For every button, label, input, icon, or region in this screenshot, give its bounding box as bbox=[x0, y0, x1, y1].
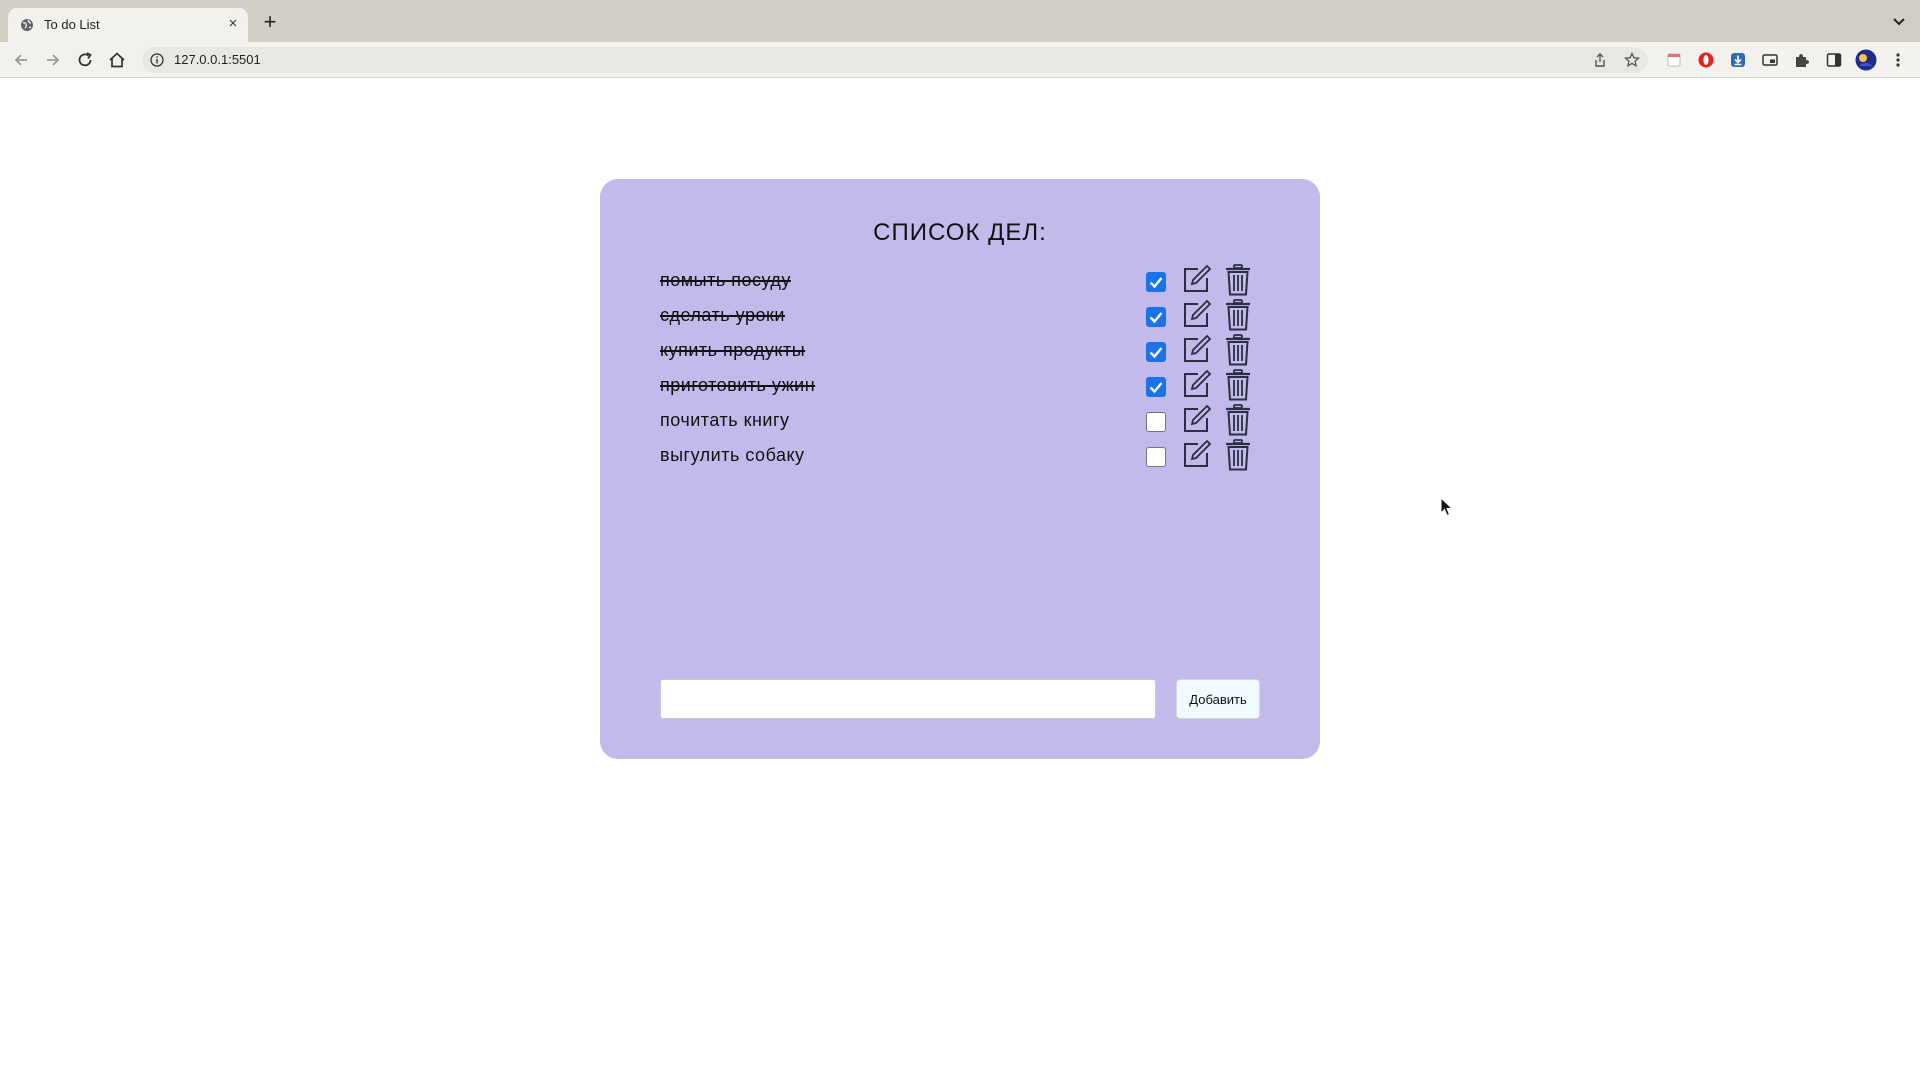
edit-icon[interactable] bbox=[1182, 404, 1212, 434]
add-button[interactable]: Добавить bbox=[1176, 679, 1260, 719]
url-text: 127.0.0.1:5501 bbox=[174, 52, 261, 67]
edit-icon[interactable] bbox=[1182, 264, 1212, 294]
back-icon[interactable] bbox=[11, 50, 31, 70]
todo-card: СПИСОК ДЕЛ: помыть посуду сделать уроки bbox=[600, 179, 1320, 759]
todo-item: сделать уроки bbox=[660, 299, 1260, 334]
new-tab-button[interactable]: + bbox=[259, 11, 281, 34]
trash-icon[interactable] bbox=[1225, 299, 1251, 331]
todo-checkbox-checked[interactable] bbox=[1146, 342, 1166, 362]
trash-icon[interactable] bbox=[1225, 334, 1251, 366]
reload-icon[interactable] bbox=[75, 50, 95, 70]
share-icon[interactable] bbox=[1592, 52, 1608, 68]
todo-text: выгулить собаку bbox=[660, 445, 805, 465]
browser-tab-strip: To do List × + bbox=[0, 0, 1920, 42]
todo-checkbox-checked[interactable] bbox=[1146, 377, 1166, 397]
todo-checkbox-unchecked[interactable] bbox=[1146, 412, 1166, 432]
info-icon[interactable] bbox=[150, 53, 164, 67]
todo-text: почитать книгу bbox=[660, 410, 790, 430]
todo-item: приготовить ужин bbox=[660, 369, 1260, 404]
side-panel-icon[interactable] bbox=[1825, 51, 1843, 69]
new-todo-input[interactable] bbox=[660, 679, 1156, 719]
picture-in-picture-icon[interactable] bbox=[1761, 51, 1779, 69]
mouse-cursor-icon bbox=[1440, 497, 1454, 517]
edit-icon[interactable] bbox=[1182, 334, 1212, 364]
extensions-puzzle-icon[interactable] bbox=[1793, 51, 1811, 69]
todo-item: выгулить собаку bbox=[660, 439, 1260, 474]
browser-tab[interactable]: To do List × bbox=[8, 8, 248, 42]
forward-icon[interactable] bbox=[43, 50, 63, 70]
todo-checkbox-unchecked[interactable] bbox=[1146, 447, 1166, 467]
todo-item: купить продукты bbox=[660, 334, 1260, 369]
edit-icon[interactable] bbox=[1182, 369, 1212, 399]
todo-checkbox-checked[interactable] bbox=[1146, 272, 1166, 292]
calendar-extension-icon[interactable] bbox=[1665, 51, 1683, 69]
close-tab-icon[interactable]: × bbox=[224, 15, 242, 33]
todo-item: почитать книгу bbox=[660, 404, 1260, 439]
download-extension-icon[interactable] bbox=[1729, 51, 1747, 69]
todo-list: помыть посуду сделать уроки купить проду… bbox=[660, 264, 1260, 474]
address-bar[interactable]: 127.0.0.1:5501 bbox=[142, 47, 1648, 73]
globe-icon bbox=[21, 19, 33, 31]
opera-extension-icon[interactable] bbox=[1697, 51, 1715, 69]
more-menu-icon[interactable] bbox=[1889, 51, 1907, 69]
todo-text: купить продукты bbox=[660, 340, 806, 360]
avatar[interactable] bbox=[1855, 49, 1877, 71]
chevron-down-icon[interactable] bbox=[1890, 12, 1908, 30]
todo-text: приготовить ужин bbox=[660, 375, 816, 395]
edit-icon[interactable] bbox=[1182, 439, 1212, 469]
todo-text: помыть посуду bbox=[660, 270, 791, 290]
todo-text: сделать уроки bbox=[660, 305, 785, 325]
home-icon[interactable] bbox=[107, 50, 127, 70]
todo-item: помыть посуду bbox=[660, 264, 1260, 299]
bookmark-star-icon[interactable] bbox=[1624, 52, 1640, 68]
edit-icon[interactable] bbox=[1182, 299, 1212, 329]
browser-toolbar: 127.0.0.1:5501 bbox=[0, 42, 1920, 78]
trash-icon[interactable] bbox=[1225, 264, 1251, 296]
trash-icon[interactable] bbox=[1225, 369, 1251, 401]
tab-title: To do List bbox=[44, 17, 100, 32]
todo-checkbox-checked[interactable] bbox=[1146, 307, 1166, 327]
trash-icon[interactable] bbox=[1225, 439, 1251, 471]
page-title: СПИСОК ДЕЛ: bbox=[873, 219, 1047, 246]
trash-icon[interactable] bbox=[1225, 404, 1251, 436]
